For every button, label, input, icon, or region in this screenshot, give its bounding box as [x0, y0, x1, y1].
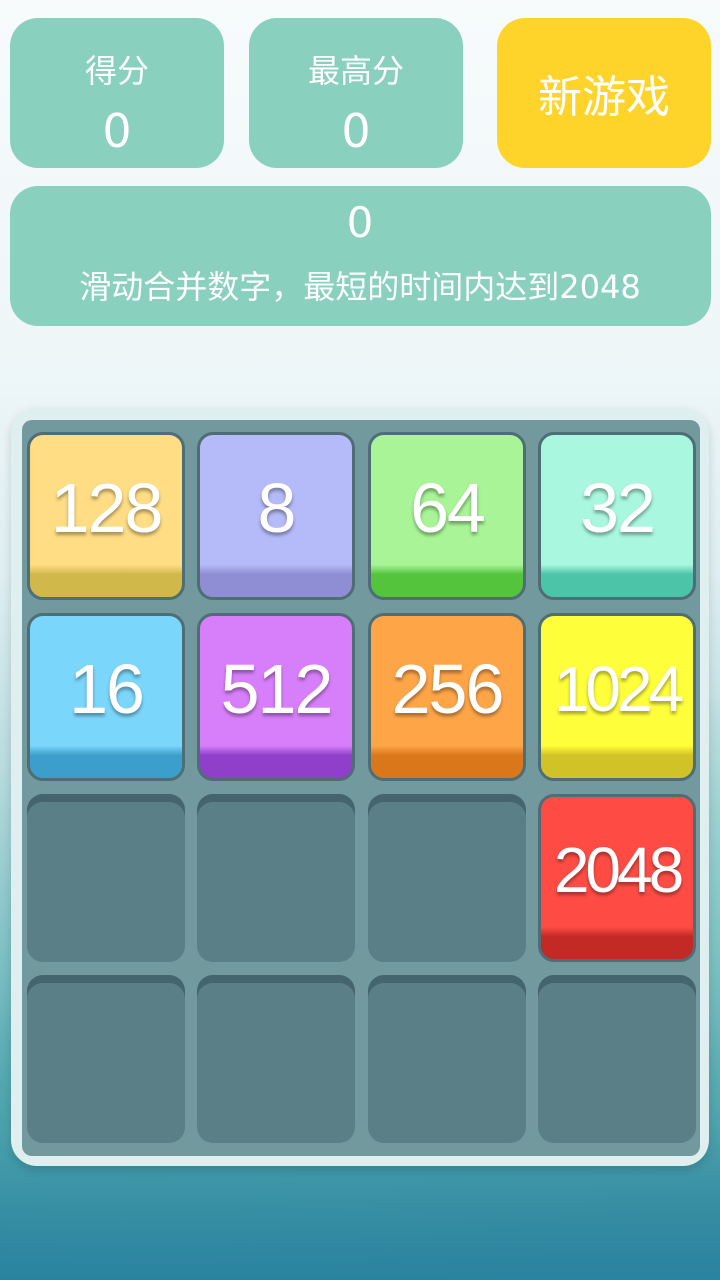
- tile-2048: 2048: [538, 794, 696, 962]
- new-game-button[interactable]: 新游戏: [497, 18, 711, 168]
- tile-32: 32: [538, 432, 696, 600]
- tile-256: 256: [368, 613, 526, 781]
- best-score-value: 0: [341, 104, 371, 158]
- best-score-panel: 最高分 0: [249, 18, 463, 168]
- tile-64: 64: [368, 432, 526, 600]
- tile-value: 1024: [553, 653, 684, 725]
- empty-cell: [27, 975, 185, 1143]
- tile-value: 16: [69, 650, 145, 728]
- tile-value: 32: [580, 469, 656, 547]
- tile-16: 16: [27, 613, 185, 781]
- tile-1024: 1024: [538, 613, 696, 781]
- tile-value: 128: [50, 469, 164, 547]
- score-label: 得分: [84, 52, 149, 90]
- empty-cell: [197, 975, 355, 1143]
- best-score-label: 最高分: [307, 52, 404, 90]
- empty-cell: [368, 975, 526, 1143]
- tile-8: 8: [197, 432, 355, 600]
- score-value: 0: [102, 104, 132, 158]
- score-panel: 得分 0: [10, 18, 224, 168]
- empty-cell: [197, 794, 355, 962]
- tile-512: 512: [197, 613, 355, 781]
- timer-value: 0: [346, 198, 374, 247]
- empty-cell: [538, 975, 696, 1143]
- instructions-text: 滑动合并数字，最短的时间内达到2048: [79, 268, 641, 306]
- tile-value: 8: [257, 469, 297, 547]
- tile-value: 512: [220, 650, 334, 728]
- empty-cell: [368, 794, 526, 962]
- empty-cell: [27, 794, 185, 962]
- tile-value: 2048: [553, 834, 684, 906]
- game-board[interactable]: 128 8 64 32 16 512 256 1024 2048: [22, 420, 700, 1156]
- tile-value: 256: [391, 650, 505, 728]
- tile-128: 128: [27, 432, 185, 600]
- tile-value: 64: [410, 469, 486, 547]
